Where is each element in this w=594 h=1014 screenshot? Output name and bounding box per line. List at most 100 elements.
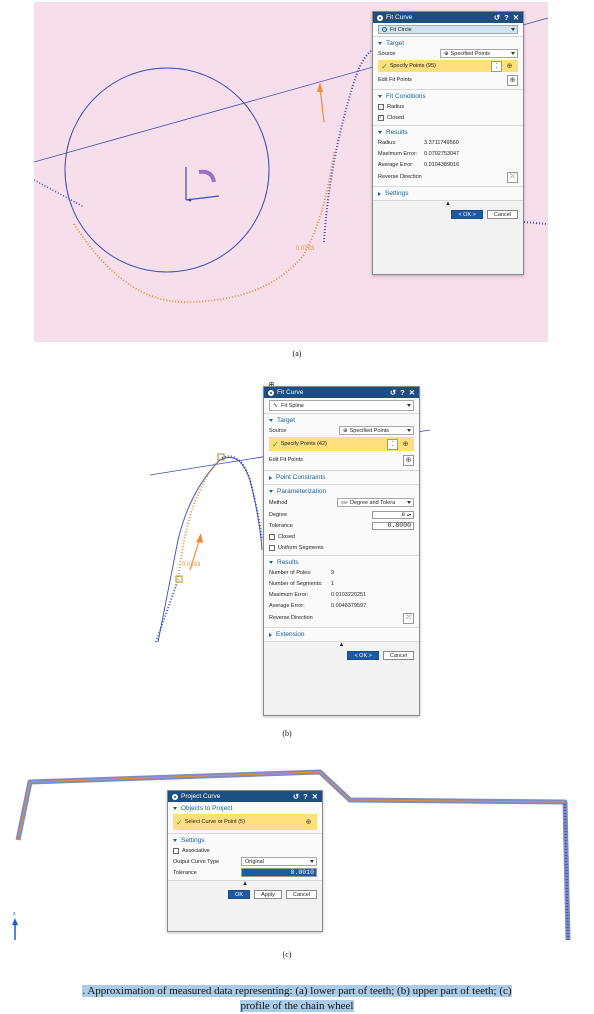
select-curve-label: Select Curve or Point (5) — [184, 819, 245, 825]
uniform-segments-row[interactable]: Uniform Segments — [269, 542, 414, 553]
source-row: Source ⊕ Specified Points — [378, 48, 518, 59]
circle-icon — [382, 27, 387, 32]
settings-header[interactable]: Settings — [378, 189, 518, 198]
collapse-icon — [269, 490, 273, 493]
upper-point-chain — [323, 46, 380, 243]
close-icon[interactable]: ✕ — [513, 13, 519, 22]
help-icon[interactable]: ? — [504, 13, 509, 22]
ok-button[interactable]: < OK > — [347, 651, 379, 660]
crosshair-icon[interactable]: ⊕ — [507, 74, 518, 86]
output-type-label: Output Curve Type — [173, 858, 220, 865]
caption-a: (a) — [292, 349, 302, 358]
fit-curve-dialog-b: Fit Curve ↺ ? ✕ ∿ Fit Spline Target Sour… — [263, 386, 420, 716]
fit-conditions-label: Fit Conditions — [386, 93, 426, 100]
reset-icon[interactable]: ↺ — [494, 13, 500, 22]
tolerance-input[interactable]: 0.0010 — [241, 868, 317, 877]
fit-type-select[interactable]: ∿ Fit Spline — [269, 400, 414, 411]
target-header[interactable]: Target — [269, 416, 414, 425]
results-header[interactable]: Results — [378, 128, 518, 137]
parameterization-header[interactable]: Parameterization — [269, 487, 414, 496]
source-select[interactable]: ⊕ Specified Points — [440, 49, 518, 58]
reset-icon[interactable]: ↺ — [293, 792, 299, 801]
expand-icon — [269, 632, 272, 637]
stepper-arrows-icon[interactable]: ▴▾ — [407, 512, 411, 518]
radius-label: Radius — [387, 103, 405, 110]
avg-error-label: Average Error: — [269, 602, 305, 609]
tolerance-label: Tolerance — [173, 869, 197, 876]
avg-error-value: 0.0048379597 — [331, 602, 367, 609]
specify-points-row[interactable]: ✓ Specify Points (42) ⁚ ⊕ — [269, 437, 414, 451]
closed-checkbox[interactable]: ✓ — [378, 114, 384, 121]
collapse-icon — [173, 839, 177, 842]
rotation-handle — [198, 169, 216, 183]
ok-button[interactable]: OK — [228, 890, 251, 899]
crosshair-icon[interactable]: ⊕ — [403, 454, 414, 466]
closed-checkbox[interactable] — [269, 533, 275, 540]
right-point-chain — [523, 221, 548, 225]
tolerance-label: Tolerance — [269, 522, 293, 529]
dialog-title: Fit Curve — [277, 389, 304, 396]
viewport-a[interactable]: 0.0703 Fit Curve ↺ ? ✕ Fit Circle Target… — [34, 2, 548, 342]
results-label: Results — [386, 129, 408, 136]
cancel-button[interactable]: Cancel — [382, 651, 414, 660]
crosshair-icon[interactable]: ⊕ — [303, 817, 314, 828]
chevron-down-icon — [310, 860, 314, 863]
fitted-circle — [64, 67, 270, 273]
z-axis-label: z — [13, 911, 16, 917]
reset-icon[interactable]: ↺ — [390, 388, 396, 397]
extension-header[interactable]: Extension — [269, 630, 414, 639]
output-type-select[interactable]: Original — [241, 857, 317, 866]
dialog-title-bar: Fit Curve ↺ ? ✕ — [373, 12, 523, 23]
close-icon[interactable]: ✕ — [312, 792, 318, 801]
apply-button[interactable]: Apply — [254, 890, 282, 899]
poles-value: 9 — [331, 569, 335, 576]
target-header[interactable]: Target — [378, 39, 518, 48]
point-constraints-header[interactable]: Point Constraints — [269, 473, 414, 482]
fit-conditions-header[interactable]: Fit Conditions — [378, 92, 518, 101]
source-select[interactable]: ⊕ Specified Points — [339, 426, 414, 435]
close-icon[interactable]: ✕ — [409, 388, 415, 397]
gear-icon — [377, 14, 383, 21]
specify-points-row[interactable]: ✓ Specify Points (95) ⁚ ⊕ — [378, 60, 518, 72]
tolerance-input[interactable]: 0.8000 — [372, 521, 414, 530]
select-curve-row[interactable]: ✓ Select Curve or Point (5) ⊕ — [173, 814, 317, 830]
dialog-title-bar: Project Curve ↺ ? ✕ — [168, 791, 322, 802]
degree-stepper[interactable]: 8 ▴▾ — [372, 510, 414, 519]
cancel-button[interactable]: Cancel — [285, 890, 317, 899]
fit-type-select[interactable]: Fit Circle — [378, 25, 518, 34]
uniform-segments-checkbox[interactable] — [269, 544, 275, 551]
viewport-c[interactable]: z Project Curve ↺ ? ✕ Objects to Project… — [0, 760, 594, 940]
crosshair-icon[interactable]: ⊕ — [400, 439, 411, 450]
radius-checkbox[interactable] — [378, 103, 384, 110]
parameterization-label: Parameterization — [277, 488, 327, 495]
expand-icon — [378, 191, 381, 196]
reverse-direction-icon[interactable]: ⤫ — [403, 612, 414, 624]
reverse-direction-icon[interactable]: ⤫ — [507, 171, 518, 183]
objects-header[interactable]: Objects to Project — [173, 804, 317, 813]
max-error-row: Maximum Error: 0.0103220251 — [269, 589, 414, 600]
point-dialog-icon[interactable]: ⁚ — [387, 438, 398, 450]
associative-checkbox[interactable] — [173, 847, 179, 854]
ok-button[interactable]: < OK > — [451, 210, 483, 219]
help-icon[interactable]: ? — [303, 792, 308, 801]
results-header[interactable]: Results — [269, 558, 414, 567]
chevron-down-icon — [511, 52, 515, 55]
check-icon: ✓ — [176, 817, 183, 827]
crosshair-icon[interactable]: ⊕ — [504, 61, 515, 72]
viewport-b[interactable]: 0.0103 ⊕ Fit Curve ↺ ? ✕ ∿ Fit Spline Ta… — [150, 380, 430, 720]
dialog-footer: < OK > Cancel — [373, 207, 523, 222]
avg-error-label: Average Error: — [378, 161, 414, 168]
source-row: Source ⊕ Specified Points — [269, 425, 414, 436]
radius-row[interactable]: Radius — [378, 101, 518, 112]
point-dialog-icon[interactable]: ⁚ — [491, 60, 502, 72]
radius-result-row: Radius: 3.3711749560 — [378, 137, 518, 148]
help-icon[interactable]: ? — [400, 388, 405, 397]
closed-row[interactable]: Closed — [269, 531, 414, 542]
closed-row[interactable]: ✓ Closed — [378, 112, 518, 123]
cancel-button[interactable]: Cancel — [486, 210, 518, 219]
output-type-value: Original — [245, 858, 264, 865]
collapse-icon — [269, 419, 273, 422]
settings-header[interactable]: Settings — [173, 836, 317, 845]
method-select[interactable]: «∞ Degree and Tolera — [337, 498, 414, 507]
associative-row[interactable]: Associative — [173, 845, 317, 856]
